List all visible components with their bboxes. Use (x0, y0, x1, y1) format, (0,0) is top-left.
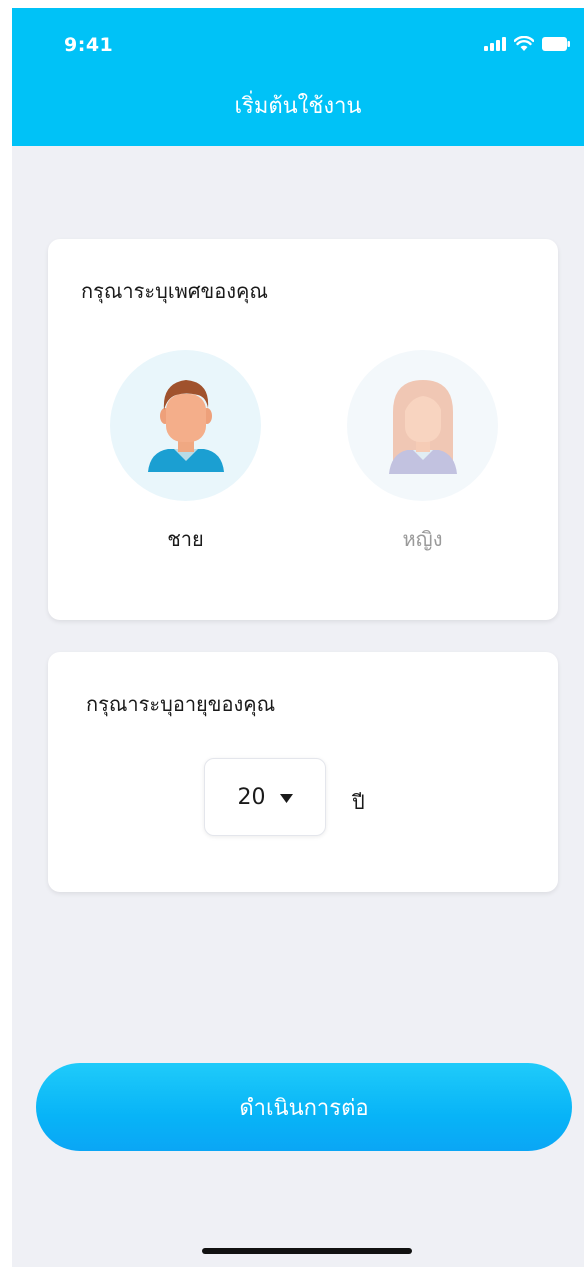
female-label: หญิง (402, 527, 443, 551)
continue-button[interactable]: ดำเนินการต่อ (36, 1063, 572, 1151)
page-title: เริ่มต้นใช้งาน (234, 94, 362, 119)
header-bar: 9:41 เริ่มต้นใช้งาน (12, 8, 584, 146)
male-label: ชาย (167, 527, 204, 551)
age-card-title: กรุณาระบุอายุของคุณ (86, 692, 276, 716)
age-value: 20 (237, 784, 266, 810)
male-avatar-icon (148, 380, 224, 472)
female-avatar-option[interactable] (347, 350, 498, 501)
status-time: 9:41 (64, 34, 114, 56)
gender-card: กรุณาระบุเพศของคุณ ชาย หญิง (48, 239, 558, 620)
age-unit-label: ปี (352, 790, 365, 814)
age-dropdown[interactable]: 20 (204, 758, 326, 836)
app-screen: 9:41 เริ่มต้นใช้งาน กรุณาระบุเพศของคุณ ช… (12, 8, 584, 1267)
caret-down-icon (279, 788, 293, 807)
gender-card-title: กรุณาระบุเพศของคุณ (81, 279, 268, 303)
female-avatar-icon (389, 380, 457, 474)
status-icons (484, 35, 570, 55)
signal-icon (484, 36, 506, 55)
age-card: กรุณาระบุอายุของคุณ 20 ปี (48, 652, 558, 892)
male-avatar-option[interactable] (110, 350, 261, 501)
wifi-icon (513, 35, 535, 55)
home-indicator (202, 1248, 412, 1254)
battery-icon (542, 36, 570, 55)
